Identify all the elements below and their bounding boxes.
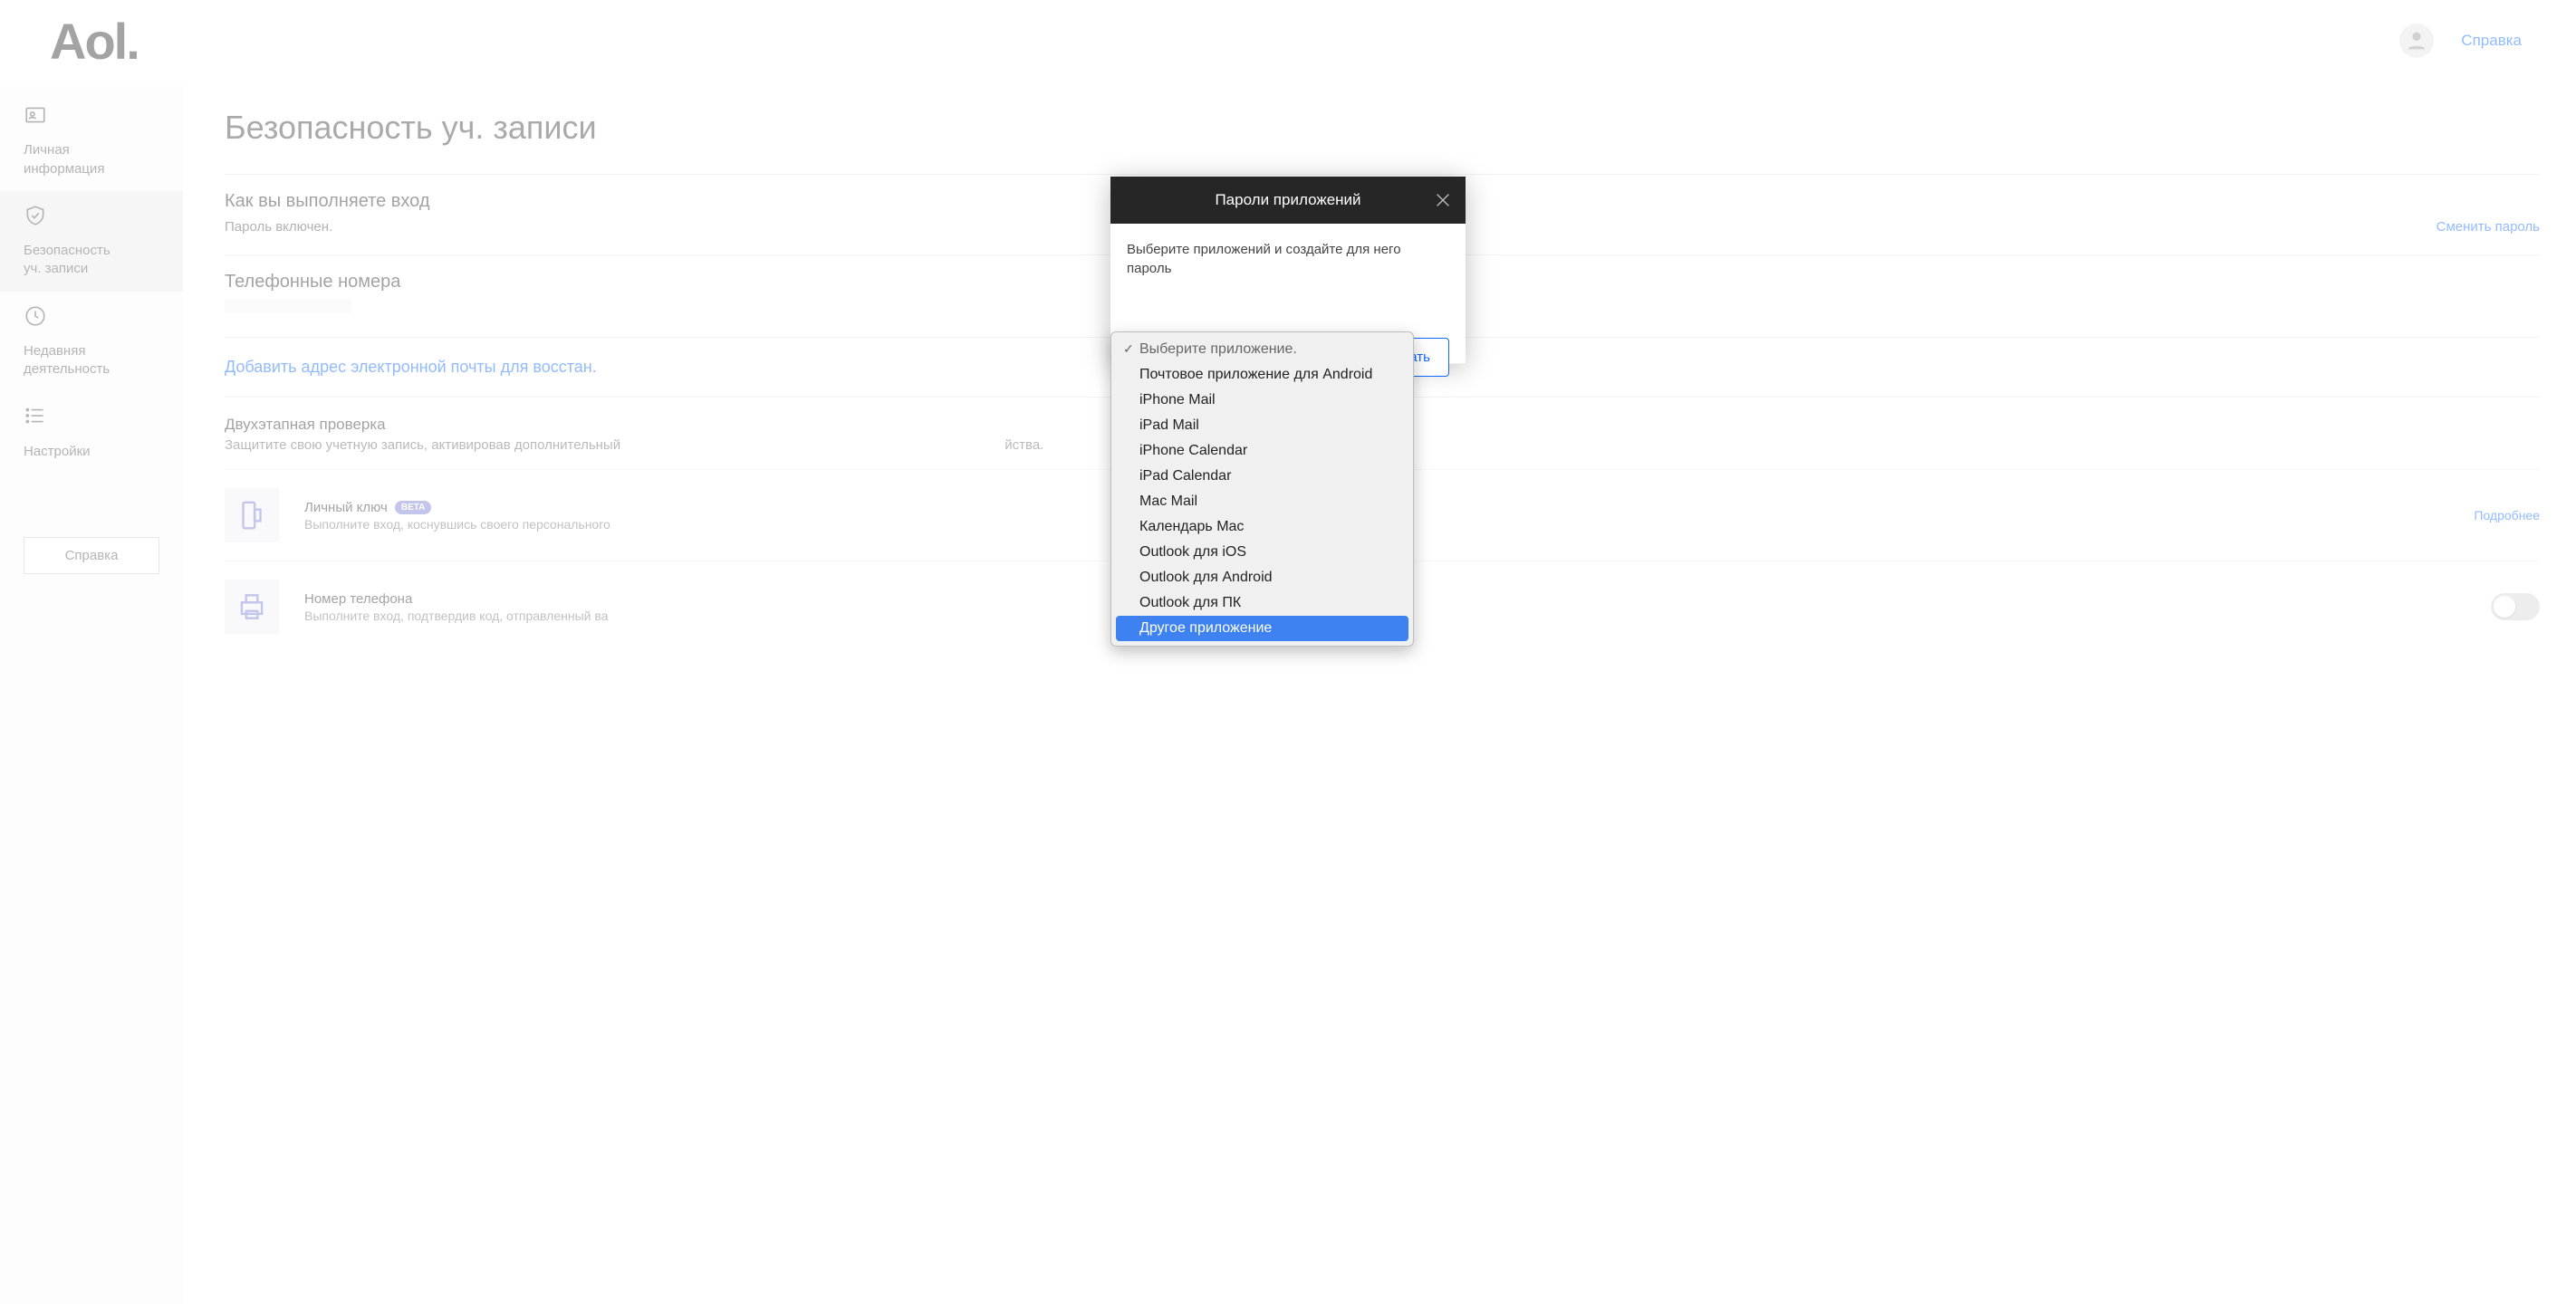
- dd-option-outlook-pc[interactable]: Outlook для ПК: [1116, 590, 1408, 616]
- app-passwords-modal: Пароли приложений Выберите приложений и …: [1110, 177, 1466, 364]
- dd-option-outlook-ios[interactable]: Outlook для iOS: [1116, 540, 1408, 565]
- dd-option-iphone-calendar[interactable]: iPhone Calendar: [1116, 438, 1408, 464]
- dd-option-iphone-mail[interactable]: iPhone Mail: [1116, 388, 1408, 413]
- dd-option-other-app[interactable]: Другое приложение: [1116, 616, 1408, 641]
- modal-title: Пароли приложений: [1215, 191, 1360, 208]
- modal-header: Пароли приложений: [1110, 177, 1466, 224]
- modal-overlay[interactable]: Пароли приложений Выберите приложений и …: [0, 0, 2576, 1304]
- dd-option-ipad-mail[interactable]: iPad Mail: [1116, 413, 1408, 438]
- dd-option-android-mail[interactable]: Почтовое приложение для Android: [1116, 362, 1408, 388]
- dd-option-outlook-android[interactable]: Outlook для Android: [1116, 565, 1408, 590]
- dd-option-mac-calendar[interactable]: Календарь Mac: [1116, 514, 1408, 540]
- app-select-dropdown[interactable]: Выберите приложение. Почтовое приложение…: [1110, 331, 1414, 647]
- dd-option-mac-mail[interactable]: Mac Mail: [1116, 489, 1408, 514]
- dd-option-ipad-calendar[interactable]: iPad Calendar: [1116, 464, 1408, 489]
- close-icon[interactable]: [1433, 190, 1453, 210]
- dd-option-placeholder[interactable]: Выберите приложение.: [1116, 337, 1408, 362]
